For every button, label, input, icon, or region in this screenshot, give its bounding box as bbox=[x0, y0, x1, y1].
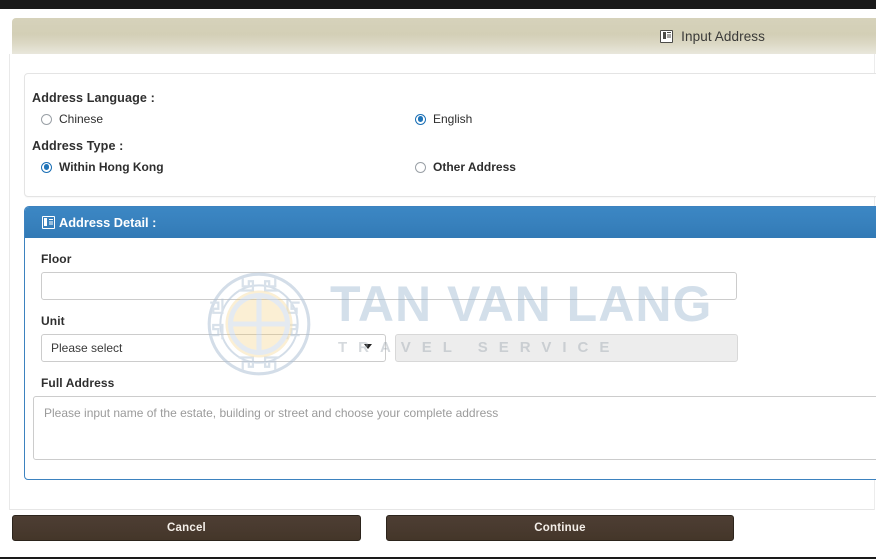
radio-indicator-chinese[interactable] bbox=[41, 113, 52, 125]
header-title-group: Input Address bbox=[660, 29, 765, 44]
radio-indicator-other-address[interactable] bbox=[415, 161, 426, 173]
floor-label: Floor bbox=[41, 252, 72, 266]
radio-label-other-address: Other Address bbox=[433, 160, 516, 174]
address-type-label: Address Type : bbox=[32, 139, 124, 153]
radio-indicator-within-hong-kong[interactable] bbox=[41, 161, 52, 173]
radio-label-chinese: Chinese bbox=[59, 112, 104, 126]
radio-indicator-english[interactable] bbox=[415, 113, 426, 125]
unit-select[interactable]: Please select bbox=[41, 334, 386, 362]
address-options-panel: Address Language : Chinese English Addre… bbox=[24, 73, 876, 197]
radio-label-within-hong-kong: Within Hong Kong bbox=[59, 160, 164, 174]
continue-button[interactable]: Continue bbox=[386, 515, 734, 541]
floor-field-row: Floor bbox=[41, 252, 859, 300]
page-title: Input Address bbox=[681, 28, 765, 44]
unit-field-row: Unit Please select bbox=[41, 314, 859, 362]
full-address-field-row: Full Address bbox=[33, 376, 876, 465]
unit-controls: Please select bbox=[41, 334, 859, 362]
full-address-textarea[interactable] bbox=[33, 396, 876, 460]
radio-option-within-hong-kong[interactable]: Within Hong Kong bbox=[41, 161, 415, 173]
address-detail-panel: Address Detail : Floor Unit Please selec… bbox=[24, 206, 876, 480]
chevron-down-icon bbox=[364, 344, 372, 349]
cancel-button[interactable]: Cancel bbox=[12, 515, 361, 541]
unit-select-value: Please select bbox=[51, 341, 123, 355]
address-detail-header: Address Detail : bbox=[25, 207, 876, 238]
address-language-radio-group: Chinese English bbox=[32, 113, 876, 125]
full-address-label: Full Address bbox=[41, 376, 115, 390]
unit-label: Unit bbox=[41, 314, 65, 328]
address-detail-title: Address Detail : bbox=[59, 215, 157, 230]
radio-option-english[interactable]: English bbox=[415, 113, 472, 125]
address-language-label: Address Language : bbox=[32, 91, 155, 105]
radio-option-other-address[interactable]: Other Address bbox=[415, 161, 516, 173]
left-rail-divider bbox=[9, 54, 10, 510]
top-black-strip bbox=[0, 0, 876, 9]
radio-option-chinese[interactable]: Chinese bbox=[41, 113, 415, 125]
floor-input[interactable] bbox=[41, 272, 737, 300]
unit-secondary-input-disabled bbox=[395, 334, 738, 362]
page-header-bar: Input Address bbox=[12, 18, 876, 54]
list-icon bbox=[42, 216, 55, 229]
address-detail-body: Floor Unit Please select Full Address bbox=[25, 238, 876, 465]
radio-label-english: English bbox=[433, 112, 473, 126]
footer-divider bbox=[10, 509, 874, 510]
address-type-radio-group: Within Hong Kong Other Address bbox=[32, 161, 876, 173]
list-icon bbox=[660, 29, 674, 43]
